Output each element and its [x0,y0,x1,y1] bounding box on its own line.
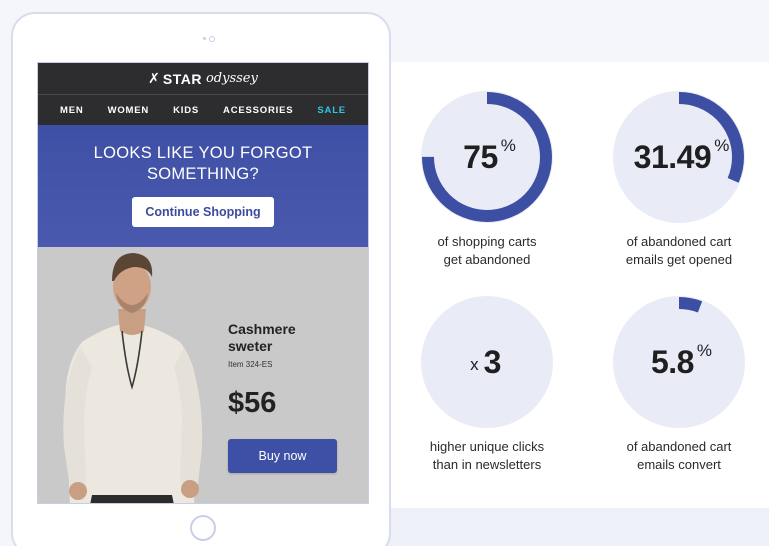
stat-prefix: x [470,355,479,374]
product-section: Cashmere sweter Item 324-ES $56 Buy now [38,247,368,503]
stat-value: x 3 [421,296,553,428]
stat-number: 5.8 [650,343,694,380]
hero-title: LOOKS LIKE YOU FORGOT SOMETHING? [38,143,368,185]
stat-number: 75 [463,138,498,175]
tablet-frame: ✗ STAR odyssey MEN WOMEN KIDS ACESSORIES… [11,12,391,546]
brand-script: odyssey [205,71,258,86]
stat-suffix: % [500,136,516,155]
product-price: $56 [228,387,277,419]
brand-name: STAR [162,70,202,87]
product-sku: Item 324-ES [228,360,273,369]
stat-card: x 3 higher unique clicks than in newslet… [407,296,567,474]
stat-ring: 31.49 % [613,91,745,223]
stat-card: 5.8 % of abandoned cart emails convert [599,296,759,474]
home-button-icon [190,515,216,541]
hero-title-line2: SOMETHING? [146,165,260,183]
nav-item-sale[interactable]: SALE [317,105,346,116]
stat-number: 3 [483,343,502,380]
stat-ring: x 3 [421,296,553,428]
nav-item-kids[interactable]: KIDS [173,105,199,116]
stat-caption-line2: emails convert [637,457,721,472]
model-photo [52,247,212,503]
stat-number: 31.49 [633,138,712,175]
stat-card: 75 % of shopping carts get abandoned [407,91,567,269]
nav-item-women[interactable]: WOMEN [108,105,149,116]
nav-item-accessories[interactable]: ACESSORIES [223,105,293,116]
stat-suffix: % [696,341,713,360]
continue-shopping-button[interactable]: Continue Shopping [132,197,274,227]
nav-item-men[interactable]: MEN [60,105,84,116]
stat-ring: 5.8 % [613,296,745,428]
stat-card: 31.49 % of abandoned cart emails get ope… [599,91,759,269]
hero-title-line1: LOOKS LIKE YOU FORGOT [93,144,313,162]
stat-caption-line2: get abandoned [443,252,531,267]
stat-ring: 75 % [421,91,553,223]
stat-caption: of shopping carts get abandoned [407,233,567,269]
hero-banner: LOOKS LIKE YOU FORGOT SOMETHING? Continu… [38,125,368,247]
stat-value: 75 % [421,91,553,223]
product-title: Cashmere sweter [228,321,296,355]
stat-caption-line1: of shopping carts [437,234,537,249]
stat-value: 5.8 % [613,296,745,428]
stat-caption-line1: of abandoned cart [626,234,732,249]
stat-suffix: % [714,136,730,155]
stat-caption-line1: higher unique clicks [429,439,545,454]
camera-icon [203,36,217,42]
stat-value: 31.49 % [613,91,745,223]
email-nav: MEN WOMEN KIDS ACESSORIES SALE [38,95,368,125]
stat-caption: of abandoned cart emails convert [599,438,759,474]
brand-bar: ✗ STAR odyssey [38,63,368,95]
stat-caption-line2: than in newsletters [432,457,542,472]
email-screen: ✗ STAR odyssey MEN WOMEN KIDS ACESSORIES… [37,62,369,504]
product-title-line2: sweter [228,338,273,354]
stat-caption: higher unique clicks than in newsletters [407,438,567,474]
product-title-line1: Cashmere [228,321,296,337]
buy-now-button[interactable]: Buy now [228,439,337,473]
stat-caption-line1: of abandoned cart [626,439,732,454]
stat-caption-line2: emails get opened [625,252,733,267]
bottom-band [380,508,769,546]
stat-caption: of abandoned cart emails get opened [599,233,759,269]
brand-star-icon: ✗ [148,70,160,86]
